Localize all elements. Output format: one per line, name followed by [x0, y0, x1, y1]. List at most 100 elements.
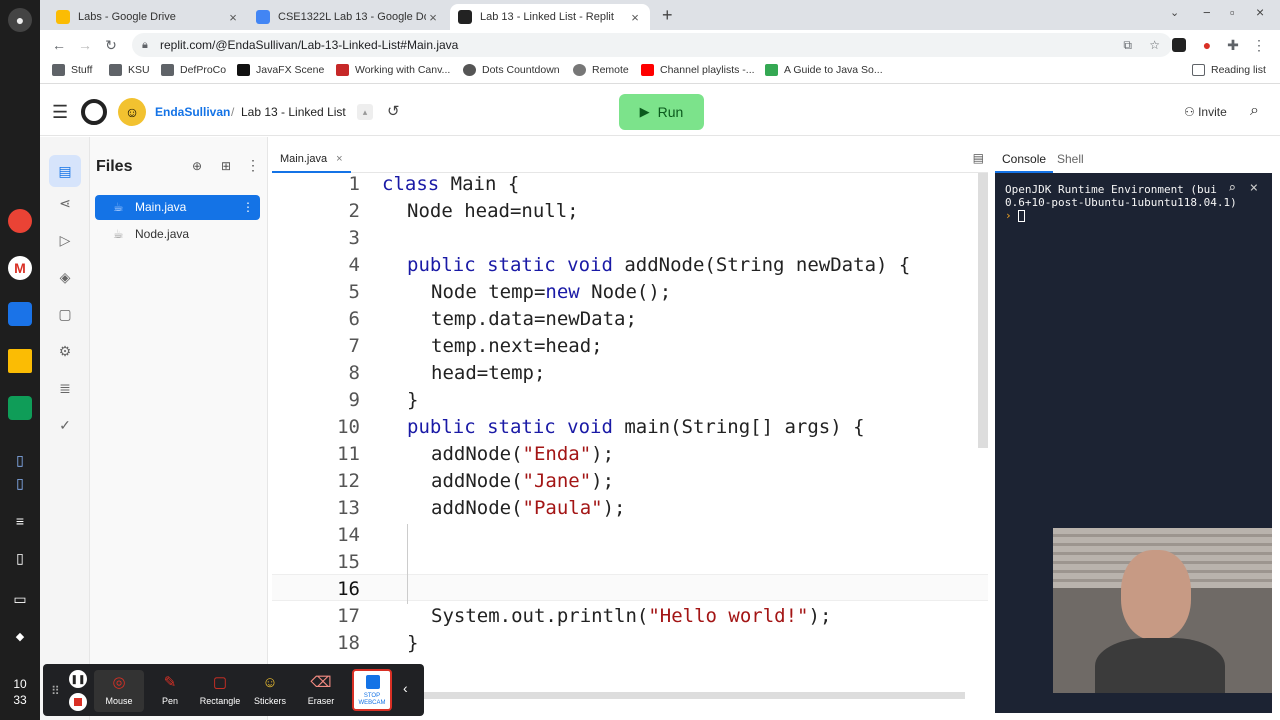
stop-webcam-button[interactable]: STOP WEBCAM	[352, 669, 392, 711]
chrome-icon[interactable]	[8, 209, 32, 233]
bookmark-link[interactable]: Channel playlists -...	[641, 64, 755, 76]
bookmark-link[interactable]: Working with Canv...	[336, 64, 450, 76]
pen-tool[interactable]: ✎ Pen	[145, 670, 195, 712]
sheets-icon[interactable]	[8, 396, 32, 420]
layout-icon[interactable]: ▤	[973, 151, 984, 165]
reload-icon[interactable]: ↻	[102, 36, 120, 54]
secrets-lock-icon[interactable]: ▢	[54, 303, 76, 325]
close-window-icon[interactable]: ×	[1256, 4, 1264, 20]
reading-list-button[interactable]: Reading list	[1192, 64, 1266, 76]
browser-tab[interactable]: CSE1322L Lab 13 - Google Docs ×	[248, 4, 448, 30]
open-in-new-icon[interactable]: ⧉	[1123, 33, 1132, 57]
back-icon[interactable]: ←	[50, 36, 68, 54]
address-bar[interactable]: 🔒︎ replit.com/@EndaSullivan/Lab-13-Linke…	[132, 33, 1172, 57]
new-file-icon[interactable]: ⊕	[192, 159, 202, 173]
user-avatar[interactable]: ☺	[118, 98, 146, 126]
debugger-icon[interactable]: ▷	[54, 229, 76, 251]
menu-kebab-icon[interactable]: ⋮	[1250, 36, 1268, 54]
history-icon[interactable]: ↺	[387, 102, 400, 120]
new-tab-icon[interactable]: +	[662, 5, 673, 26]
invite-button[interactable]: ⚇ Invite	[1176, 98, 1235, 126]
pause-icon[interactable]: ❚❚	[69, 670, 87, 688]
new-folder-icon[interactable]: ⊞	[221, 159, 231, 173]
console-search-icon[interactable]: ⌕	[1228, 181, 1236, 196]
url-text: replit.com/@EndaSullivan/Lab-13-Linked-L…	[160, 38, 459, 52]
code-editor[interactable]: 1 2 3 4 5 6 7 8 9 10 11 12 13 14 15 16 1…	[272, 173, 988, 693]
forward-icon[interactable]: →	[76, 36, 94, 54]
tool-label: Rectangle	[199, 696, 241, 706]
console-clear-icon[interactable]: ×	[1250, 180, 1258, 196]
close-tab-icon[interactable]: ×	[226, 10, 240, 25]
code-keyword: public static void	[407, 254, 613, 276]
rectangle-tool[interactable]: ▢ Rectangle	[195, 670, 245, 712]
code-text: Main {	[439, 173, 520, 195]
extensions-puzzle-icon[interactable]: ✚	[1224, 36, 1242, 54]
files-icon[interactable]: ▤	[49, 155, 81, 187]
wifi-icon[interactable]: ◆	[8, 624, 32, 648]
bookmark-folder[interactable]: Stuff	[52, 64, 92, 76]
database-icon[interactable]: ≣	[54, 377, 76, 399]
bookmark-link[interactable]: Dots Countdown	[463, 64, 560, 76]
minimize-icon[interactable]: −	[1203, 5, 1211, 20]
launcher-icon[interactable]: ●	[8, 8, 32, 32]
code-line: addNode("Jane");	[431, 470, 614, 492]
stop-record-button[interactable]	[69, 693, 87, 711]
bookmark-folder[interactable]: KSU	[109, 64, 150, 76]
code-line: Node head=null;	[407, 200, 579, 222]
close-tab-icon[interactable]: ×	[426, 10, 440, 25]
editor-scrollbar[interactable]	[978, 173, 988, 448]
repl-name[interactable]: Lab 13 - Linked List	[241, 105, 346, 119]
bookmark-folder[interactable]: DefProCo	[161, 64, 226, 76]
list-app-icon[interactable]: ≡	[8, 509, 32, 533]
stickers-tool[interactable]: ☺ Stickers	[245, 670, 295, 712]
packages-icon[interactable]: ◈	[54, 266, 76, 288]
code-text: main(String[] args) {	[612, 416, 865, 438]
extension-icon[interactable]	[1172, 38, 1186, 52]
checkmark-icon[interactable]: ✓	[54, 414, 76, 436]
browser-tab-active[interactable]: Lab 13 - Linked List - Replit ×	[450, 4, 650, 30]
run-button[interactable]: ▶ Run	[619, 94, 704, 130]
editor-tab-main[interactable]: Main.java ×	[272, 145, 351, 173]
system-clock[interactable]: 10 33	[0, 676, 40, 708]
bookmark-link[interactable]: JavaFX Scene	[237, 64, 324, 76]
replit-logo-icon[interactable]	[81, 99, 107, 125]
hamburger-menu-icon[interactable]: ☰	[52, 102, 68, 123]
close-tab-icon[interactable]: ×	[628, 10, 642, 25]
browser-tab[interactable]: Labs - Google Drive ×	[48, 4, 248, 30]
eraser-tool[interactable]: ⌫ Eraser	[296, 670, 346, 712]
file-menu-icon[interactable]: ⋮	[242, 195, 254, 220]
phone-icon[interactable]: ▯	[8, 546, 32, 570]
tab-search-icon[interactable]: ⌄	[1170, 6, 1179, 19]
gmail-icon[interactable]: M	[8, 256, 32, 280]
indent-guide	[407, 524, 408, 604]
mouse-tool[interactable]: ◎ Mouse	[94, 670, 144, 712]
maximize-icon[interactable]: ▫	[1230, 5, 1235, 20]
code-text: addNode(	[431, 470, 523, 492]
file-item-main[interactable]: ☕︎ Main.java ⋮	[95, 195, 260, 220]
tab-shell[interactable]: Shell	[1057, 145, 1084, 173]
screen-icon[interactable]: ▭	[8, 587, 32, 611]
drag-handle-icon[interactable]: ⠿	[51, 684, 60, 698]
bookmark-link[interactable]: Remote	[573, 64, 629, 76]
collapse-chevron-icon[interactable]: ‹	[403, 680, 408, 696]
tab-console[interactable]: Console	[995, 145, 1054, 173]
share-icon[interactable]: ⋖	[54, 192, 76, 214]
editor-horizontal-scrollbar[interactable]	[400, 692, 965, 699]
bookmark-star-icon[interactable]: ☆	[1149, 33, 1160, 57]
code-line: head=temp;	[431, 362, 546, 384]
bookmark-link[interactable]: A Guide to Java So...	[765, 64, 883, 76]
app-icon[interactable]: ▯	[8, 448, 32, 472]
drive-icon[interactable]	[8, 349, 32, 373]
java-file-icon: ☕︎	[113, 200, 124, 214]
tab-title: Labs - Google Drive	[78, 11, 176, 23]
record-extension-icon[interactable]: ●	[1198, 36, 1216, 54]
files-menu-icon[interactable]: ⋮	[246, 157, 260, 174]
settings-gear-icon[interactable]: ⚙	[54, 340, 76, 362]
username-link[interactable]: EndaSullivan	[155, 105, 230, 119]
search-icon[interactable]: ⌕	[1250, 102, 1259, 120]
app-icon[interactable]: ▯	[8, 471, 32, 495]
files-app-icon[interactable]	[8, 302, 32, 326]
close-tab-icon[interactable]: ×	[336, 153, 342, 165]
file-item-node[interactable]: ☕︎ Node.java	[95, 222, 260, 247]
play-icon: ▶	[639, 104, 650, 119]
